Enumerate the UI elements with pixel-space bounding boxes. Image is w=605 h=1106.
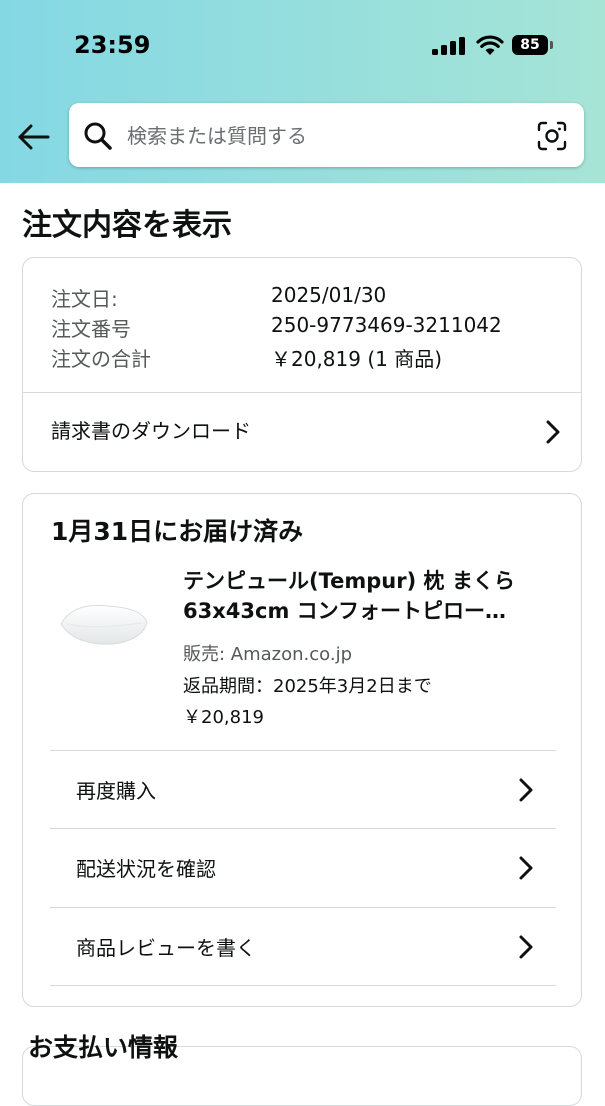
divider <box>50 985 556 986</box>
order-number-label: 注文番号 <box>51 317 131 341</box>
order-date-value: 2025/01/30 <box>271 283 387 307</box>
order-number-row: 注文番号 250-9773469-3211042 <box>51 313 502 343</box>
order-date-row: 注文日: 2025/01/30 <box>51 283 386 313</box>
return-period: 返品期間：2025年3月2日まで <box>183 676 432 697</box>
product-title[interactable]: テンピュール(Tempur) 枕 まくら 63x43cm コンフォートピロー… <box>183 566 548 626</box>
order-date-label: 注文日: <box>51 287 118 311</box>
battery-icon: 85 <box>512 35 548 55</box>
search-bar[interactable] <box>69 103 584 167</box>
back-arrow-icon <box>18 124 50 150</box>
battery-tip <box>550 41 553 49</box>
download-invoice-label: 請求書のダウンロード <box>51 419 251 443</box>
search-input[interactable] <box>125 117 519 155</box>
track-package-button[interactable]: 配送状況を確認 <box>50 828 556 907</box>
track-package-label: 配送状況を確認 <box>76 857 216 881</box>
buy-again-label: 再度購入 <box>76 779 156 803</box>
order-number-value: 250-9773469-3211042 <box>271 313 502 337</box>
delivery-status-title: 1月31日にお届け済み <box>51 517 304 546</box>
camera-scan-icon[interactable] <box>537 121 567 151</box>
app-header: 23:59 85 <box>0 0 605 183</box>
product-title-line1: テンピュール(Tempur) 枕 まくら <box>183 569 515 593</box>
page-title: 注文内容を表示 <box>22 208 232 243</box>
order-total-row: 注文の合計 ￥20,819 (1 商品) <box>51 343 442 373</box>
download-invoice-link[interactable]: 請求書のダウンロード <box>23 393 581 471</box>
wifi-icon <box>476 35 504 55</box>
chevron-right-icon <box>519 778 533 802</box>
cellular-signal-icon <box>432 37 466 55</box>
order-total-value: ￥20,819 (1 商品) <box>271 347 443 371</box>
product-seller: 販売: Amazon.co.jp <box>183 644 352 665</box>
product-image[interactable] <box>53 594 153 654</box>
buy-again-button[interactable]: 再度購入 <box>50 750 556 829</box>
chevron-right-icon <box>519 935 533 959</box>
order-summary-card: 注文日: 2025/01/30 注文番号 250-9773469-3211042… <box>22 257 582 472</box>
product-title-line2: 63x43cm コンフォートピロー… <box>183 599 507 623</box>
chevron-right-icon <box>546 420 560 444</box>
search-icon <box>84 122 112 150</box>
payment-info-title: お支払い情報 <box>28 1033 179 1062</box>
write-review-button[interactable]: 商品レビューを書く <box>50 907 556 986</box>
chevron-right-icon <box>519 856 533 880</box>
order-total-label: 注文の合計 <box>51 347 151 371</box>
delivery-card: 1月31日にお届け済み テンピュール(Tempur) 枕 まくら 63x43cm… <box>22 493 582 1007</box>
status-time: 23:59 <box>74 31 151 59</box>
status-icons: 85 <box>432 32 557 60</box>
product-price: ￥20,819 <box>183 707 264 728</box>
back-button[interactable] <box>14 118 56 156</box>
write-review-label: 商品レビューを書く <box>76 936 256 960</box>
